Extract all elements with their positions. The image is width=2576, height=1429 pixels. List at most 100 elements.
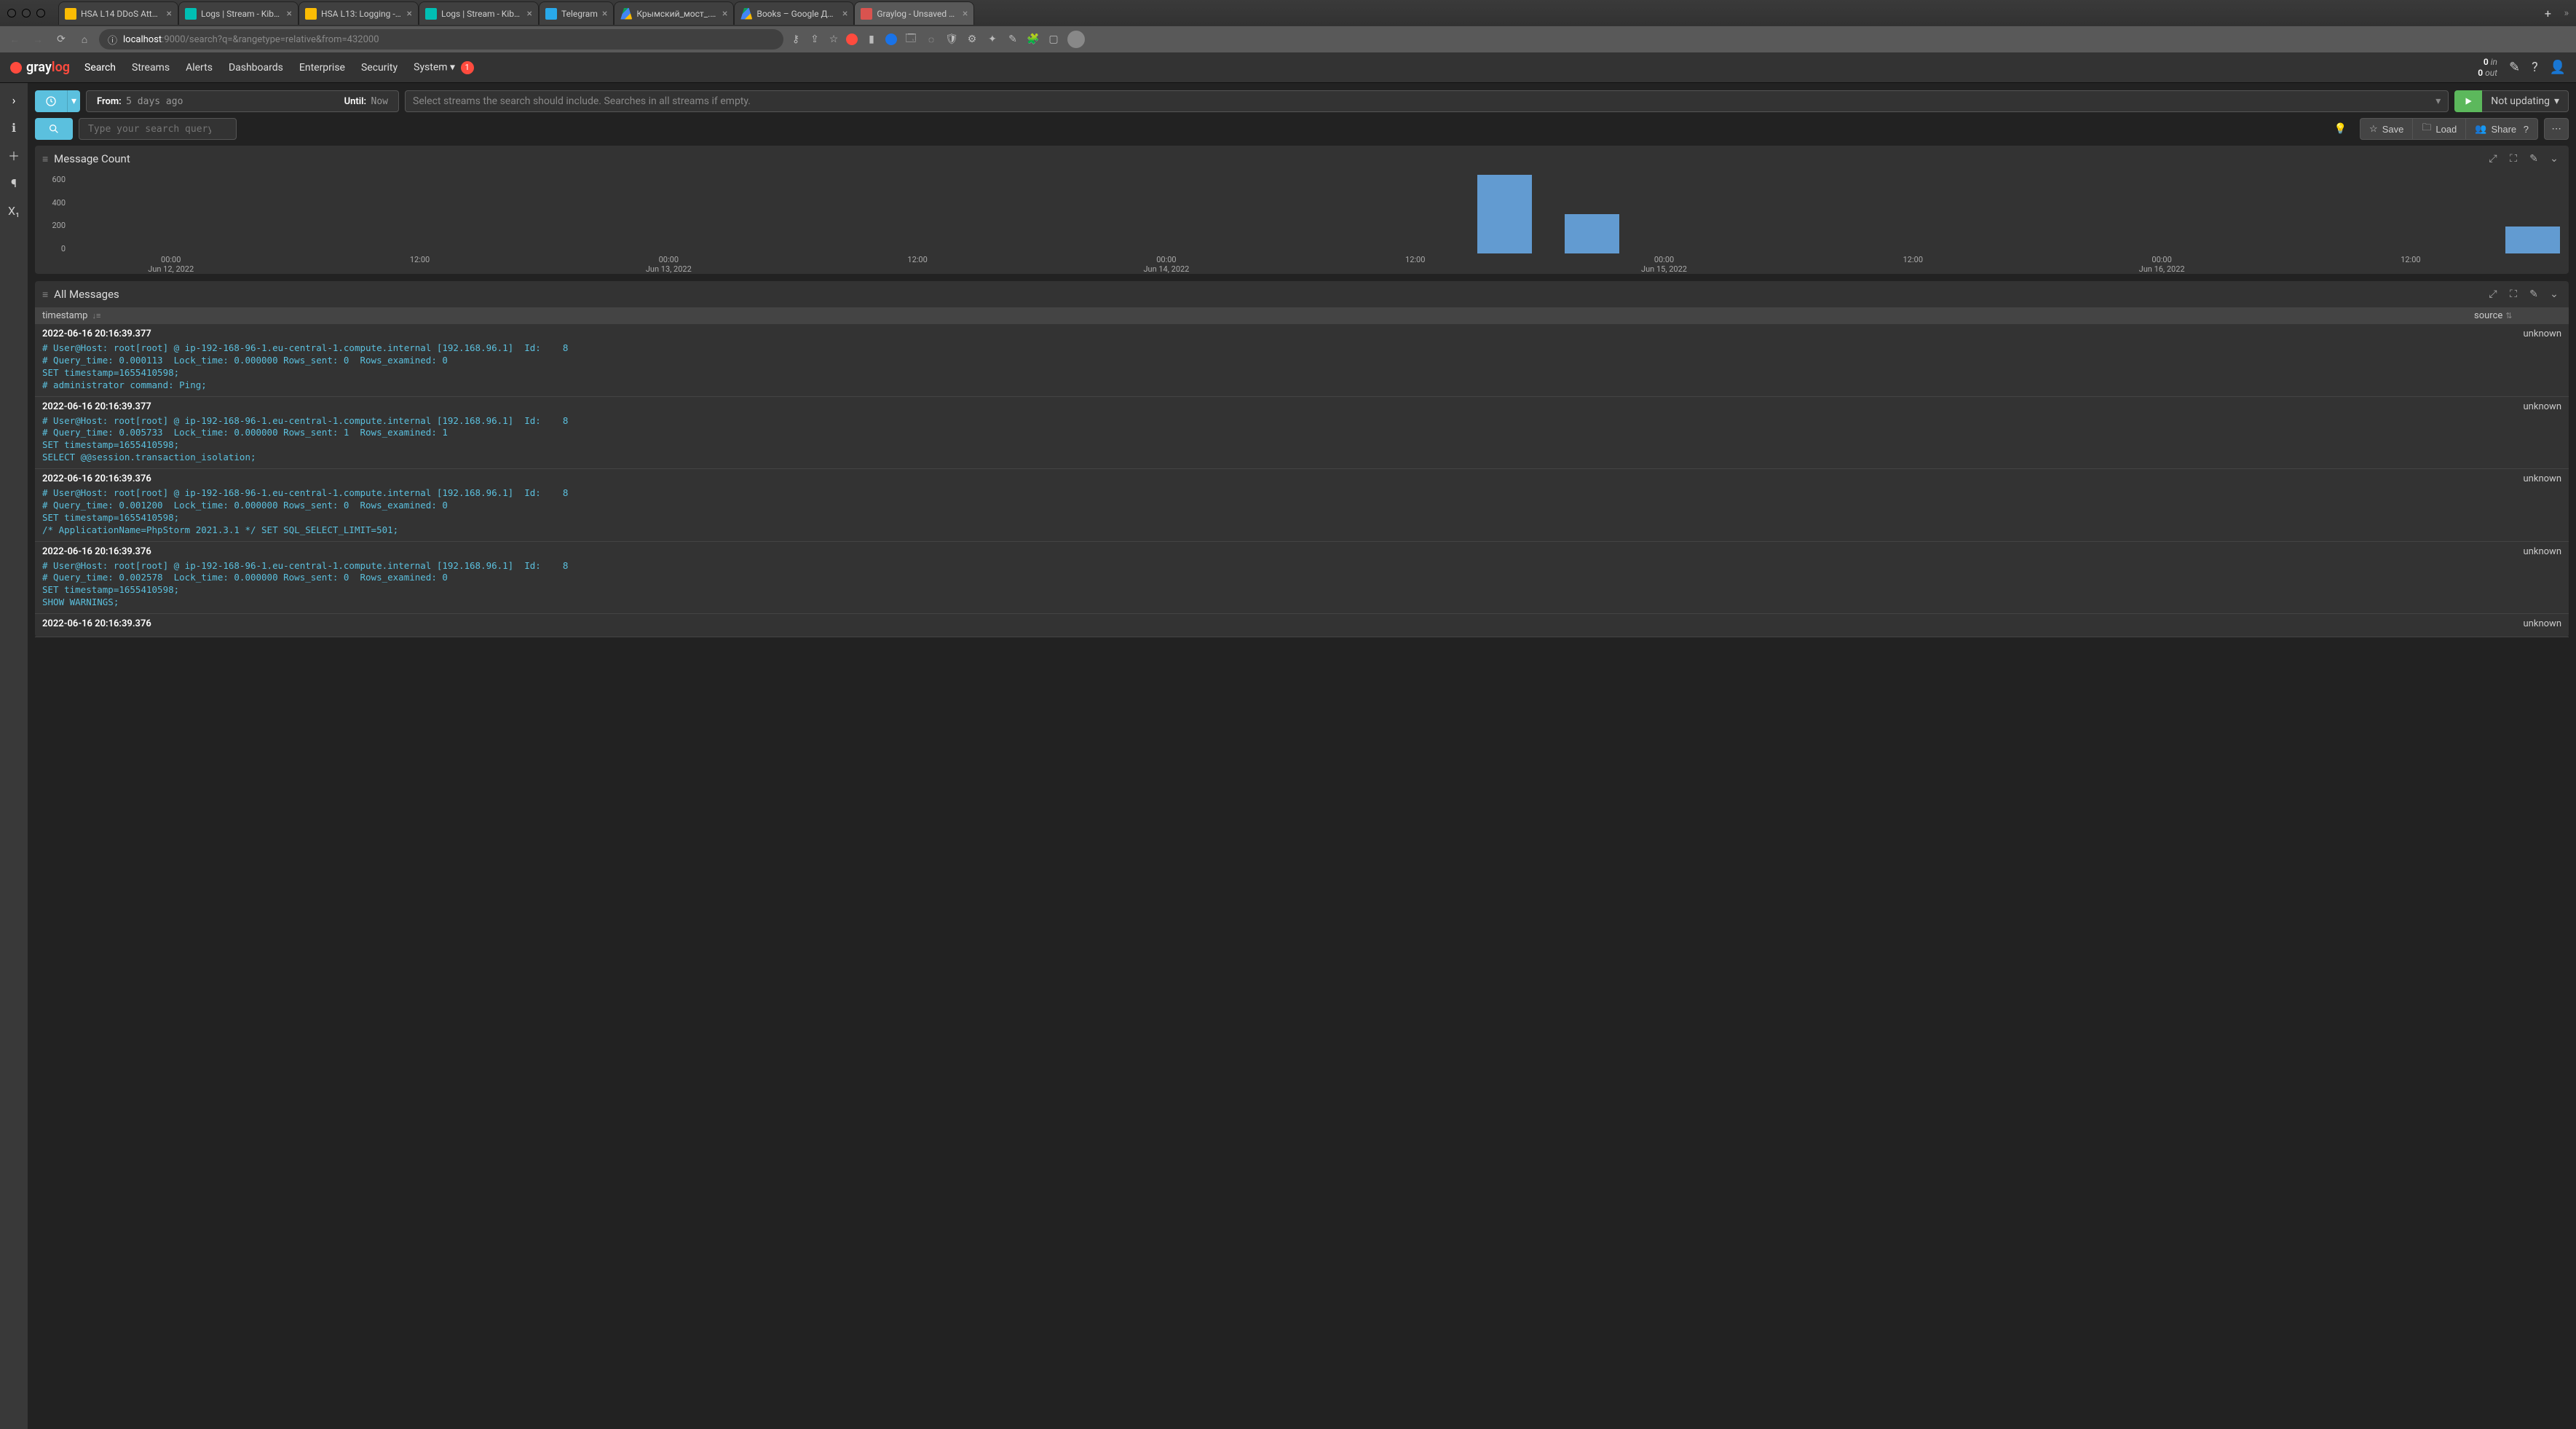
description-icon[interactable]: ¶	[3, 172, 25, 194]
shield-icon[interactable]: 🛡	[945, 33, 958, 46]
info-icon[interactable]: ℹ	[3, 117, 25, 138]
back-button[interactable]: ←	[6, 31, 23, 48]
nav-item-search[interactable]: Search	[84, 62, 116, 74]
bar-chart-plot[interactable]	[71, 175, 2560, 253]
close-window-button[interactable]	[7, 9, 16, 17]
message-row[interactable]: 2022-06-16 20:16:39.377 unknown # User@H…	[35, 397, 2569, 470]
browser-tab[interactable]: HSA L14 DDoS Attacks ×	[58, 1, 178, 25]
new-tab-button[interactable]: +	[2537, 3, 2558, 23]
time-range-caret[interactable]: ▾	[67, 90, 80, 112]
message-row[interactable]: 2022-06-16 20:16:39.377 unknown # User@H…	[35, 324, 2569, 397]
user-menu-icon[interactable]: 👤	[2550, 60, 2566, 75]
chart-bar[interactable]	[2505, 227, 2560, 253]
chart-bar[interactable]	[1477, 175, 1532, 253]
ext-icon[interactable]: ✎	[1006, 33, 1019, 46]
column-source[interactable]: source ⇅	[2474, 310, 2561, 321]
tab-close-icon[interactable]: ×	[167, 8, 172, 20]
tab-close-icon[interactable]: ×	[842, 8, 848, 20]
translate-icon[interactable]: 🗔	[904, 33, 917, 46]
site-info-icon[interactable]: ⓘ	[108, 33, 117, 47]
ext-icon[interactable]: ✦	[986, 33, 999, 46]
chevron-down-icon: ▾	[2554, 95, 2559, 107]
filter-icon[interactable]: ⤢	[2486, 287, 2500, 302]
browser-tab[interactable]: HSA L13: Logging - Goo ×	[299, 1, 419, 25]
browser-tab[interactable]: Logs | Stream - Kibana ×	[178, 1, 299, 25]
browser-tab[interactable]: Graylog - Unsaved Sea ×	[854, 1, 974, 25]
minimize-window-button[interactable]	[22, 9, 31, 17]
bookmark-icon[interactable]: ☆	[827, 33, 840, 46]
nav-item-alerts[interactable]: Alerts	[186, 62, 213, 74]
ext-icon[interactable]: ⚙	[965, 33, 979, 46]
browser-tab[interactable]: Крымский_мост_.pdf ×	[614, 1, 734, 25]
tab-title: Telegram	[561, 9, 598, 19]
share-icon[interactable]: ⇪	[808, 33, 821, 46]
tab-close-icon[interactable]: ×	[407, 8, 412, 20]
ext-icon[interactable]	[846, 34, 858, 45]
sort-desc-icon[interactable]: ↓≡	[92, 311, 100, 320]
message-row[interactable]: 2022-06-16 20:16:39.376 unknown # User@H…	[35, 542, 2569, 615]
edit-icon[interactable]: ✎	[2526, 287, 2541, 302]
traffic-lights	[7, 9, 45, 17]
fullscreen-icon[interactable]: ⛶	[2506, 287, 2521, 302]
query-hint-icon[interactable]: 💡	[2334, 123, 2347, 135]
home-button[interactable]: ⌂	[76, 31, 93, 48]
ext-icon[interactable]	[885, 34, 897, 45]
browser-tab[interactable]: Logs | Stream - Kibana ×	[419, 1, 539, 25]
filter-icon[interactable]: ⤢	[2486, 151, 2500, 166]
variables-icon[interactable]: X₁	[3, 200, 25, 221]
drag-handle-icon[interactable]: ≡	[42, 288, 48, 301]
time-range-button[interactable]	[35, 90, 67, 112]
column-timestamp[interactable]: timestamp ↓≡	[42, 310, 188, 321]
scratchpad-icon[interactable]: ✎	[2509, 60, 2520, 75]
sort-icon[interactable]: ⇅	[2505, 311, 2512, 320]
stream-select[interactable]: Select streams the search should include…	[405, 90, 2449, 112]
search-button[interactable]	[35, 118, 73, 140]
forward-button[interactable]: →	[29, 31, 47, 48]
share-button[interactable]: 👥Share ?	[2466, 118, 2538, 140]
more-actions-button[interactable]: ⋯	[2544, 118, 2569, 140]
address-bar[interactable]: ⓘ localhost:9000/search?q=&rangetype=rel…	[99, 29, 783, 50]
run-search-button[interactable]	[2454, 90, 2482, 112]
message-row[interactable]: 2022-06-16 20:16:39.376 unknown # User@H…	[35, 469, 2569, 542]
browser-tab[interactable]: Telegram ×	[539, 1, 614, 25]
sidebar-toggle-icon[interactable]: ›	[3, 89, 25, 111]
nav-item-security[interactable]: Security	[361, 62, 398, 74]
chevron-down-icon[interactable]: ⌄	[2547, 287, 2561, 302]
chart-bar[interactable]	[1565, 214, 1619, 253]
nav-item-system[interactable]: System ▾ 1	[414, 61, 473, 74]
edit-icon[interactable]: ✎	[2526, 151, 2541, 166]
time-range-display[interactable]: From: 5 days ago Until: Now	[86, 90, 399, 112]
password-icon[interactable]: ⚷	[789, 33, 802, 46]
search-sidebar: › ℹ ＋ ¶ X₁	[0, 83, 28, 1429]
browser-tab[interactable]: Books – Google Диск ×	[734, 1, 854, 25]
ext-icon[interactable]: ▮	[865, 33, 878, 46]
tab-close-icon[interactable]: ×	[602, 8, 607, 20]
tab-close-icon[interactable]: ×	[527, 8, 532, 20]
nav-item-dashboards[interactable]: Dashboards	[229, 62, 283, 74]
profile-avatar[interactable]	[1067, 31, 1085, 48]
help-icon[interactable]: ?	[2532, 60, 2538, 75]
load-button[interactable]: 🗀Load	[2413, 118, 2466, 140]
query-input[interactable]	[79, 118, 237, 140]
nav-item-enterprise[interactable]: Enterprise	[299, 62, 345, 74]
extensions-icon[interactable]: 🧩	[1027, 33, 1040, 46]
tab-close-icon[interactable]: ×	[287, 8, 292, 20]
chevron-down-icon: ▾	[450, 61, 455, 73]
fullscreen-icon[interactable]: ⛶	[2506, 151, 2521, 166]
nav-item-streams[interactable]: Streams	[132, 62, 170, 74]
reload-button[interactable]: ⟳	[52, 31, 70, 48]
chevron-down-icon[interactable]: ⌄	[2547, 151, 2561, 166]
ext-icon[interactable]: ◌	[925, 33, 938, 46]
tab-close-icon[interactable]: ×	[963, 8, 968, 20]
extensions-area: ▮ 🗔 ◌ 🛡 ⚙ ✦ ✎ 🧩 ▢	[846, 31, 1085, 48]
graylog-logo[interactable]: graylog	[10, 60, 70, 75]
drag-handle-icon[interactable]: ≡	[42, 153, 48, 165]
sidepanel-icon[interactable]: ▢	[1047, 33, 1060, 46]
save-button[interactable]: ☆Save	[2360, 118, 2413, 140]
tab-overflow-button[interactable]: »	[2564, 7, 2569, 19]
message-row[interactable]: 2022-06-16 20:16:39.376 unknown	[35, 614, 2569, 637]
refresh-control[interactable]: Not updating▾	[2482, 90, 2569, 112]
add-widget-icon[interactable]: ＋	[3, 144, 25, 166]
tab-close-icon[interactable]: ×	[722, 8, 727, 20]
zoom-window-button[interactable]	[36, 9, 45, 17]
